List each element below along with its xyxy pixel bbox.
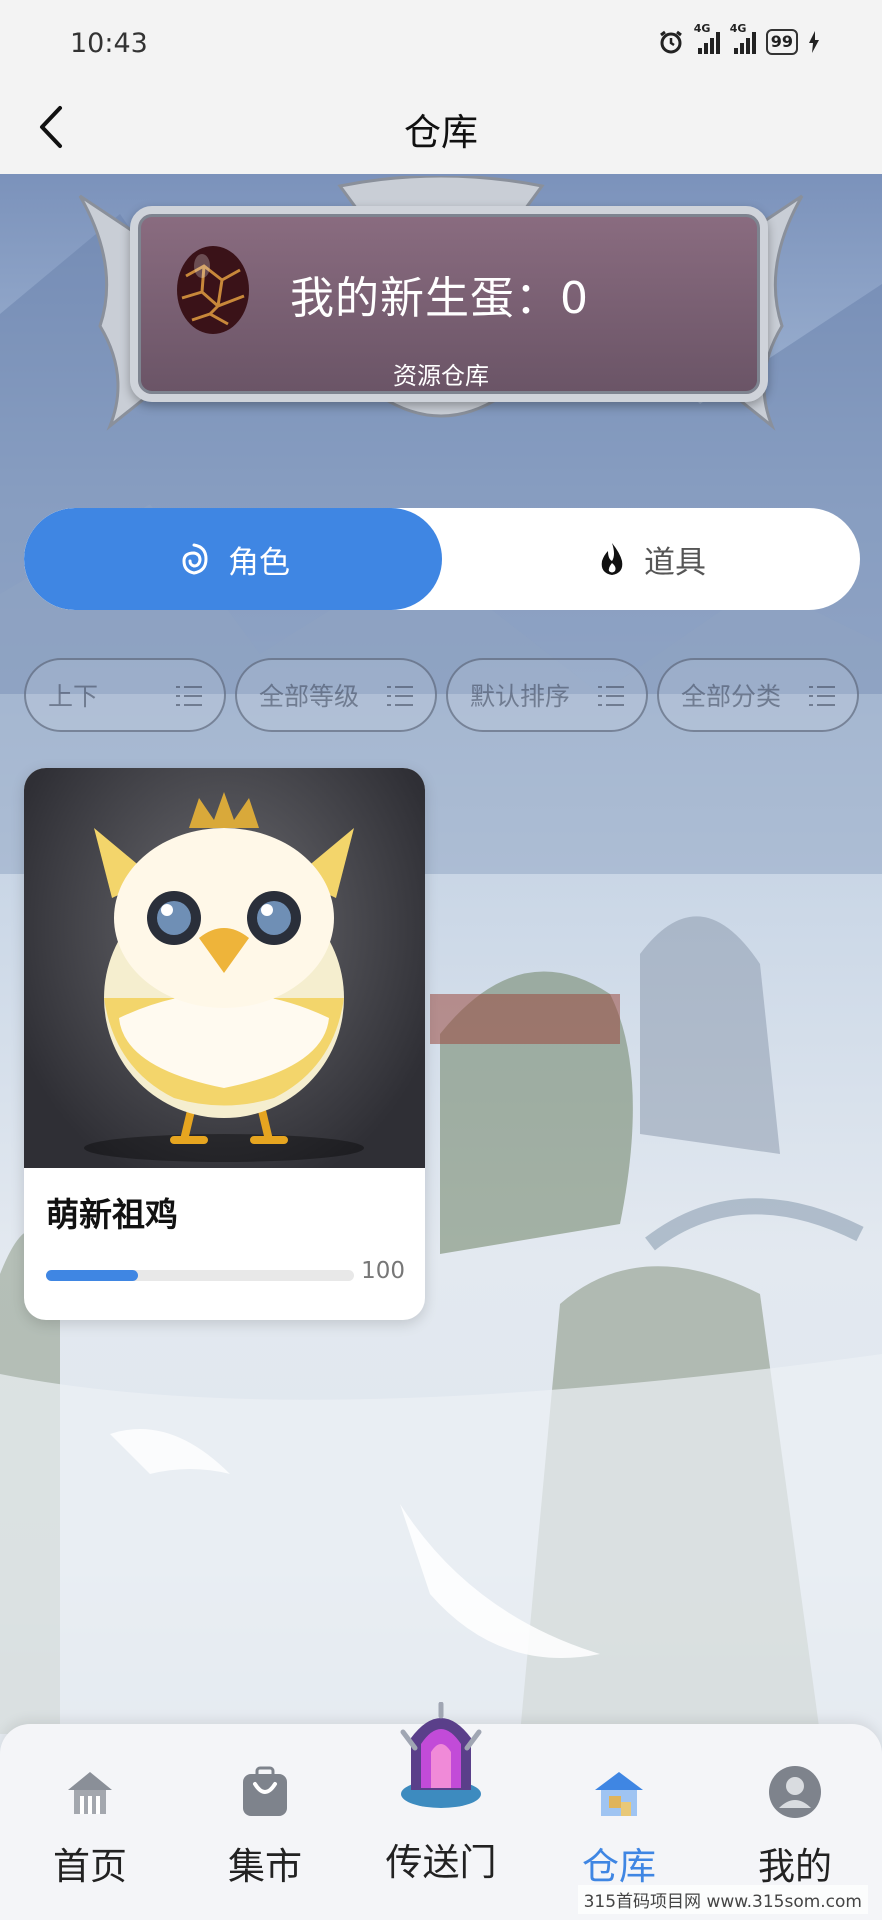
filter-status-label: 上下 <box>48 682 99 711</box>
filter-category[interactable]: 全部分类 <box>657 658 859 732</box>
nav-warehouse-label: 仓库 <box>582 1845 656 1888</box>
nav-profile-label: 我的 <box>758 1845 832 1888</box>
filter-bar: 上下 全部等级 默认排序 全部分类 <box>24 658 860 734</box>
filter-sort-label: 默认排序 <box>470 682 571 711</box>
tab-role[interactable]: 角色 <box>24 508 442 610</box>
signal-icon-1: 4G <box>694 22 720 54</box>
alarm-icon <box>659 30 682 54</box>
nav-market-label: 集市 <box>228 1845 302 1888</box>
egg-banner: 我的新生蛋：0 资源仓库 <box>40 176 842 444</box>
banner-subtitle: 资源仓库 <box>393 362 489 390</box>
battery-indicator: 99 <box>765 29 798 55</box>
progress-track <box>46 1270 354 1281</box>
nav-market[interactable]: 集市 <box>195 1764 335 1890</box>
item-name: 萌新祖鸡 <box>46 1195 178 1234</box>
watermark-text: 315首码项目网 www.315som.com <box>577 1885 868 1914</box>
nav-profile[interactable]: 我的 <box>725 1764 865 1890</box>
nav-home[interactable]: 首页 <box>20 1764 160 1890</box>
chick-character-image <box>24 768 425 1168</box>
status-icons: 4G 4G 99 <box>658 22 820 58</box>
warehouse-icon <box>595 1772 643 1816</box>
nav-portal-label: 传送门 <box>385 1841 497 1884</box>
menu-icon <box>387 686 413 706</box>
menu-icon <box>809 686 835 706</box>
category-tabs: 角色 道具 <box>24 508 860 610</box>
swirl-icon <box>182 543 208 575</box>
status-bar: 10:43 4G 4G 99 <box>0 0 882 80</box>
charging-icon <box>809 31 819 53</box>
filter-sort[interactable]: 默认排序 <box>446 658 648 732</box>
menu-icon <box>598 686 624 706</box>
portal-icon <box>400 1702 482 1808</box>
egg-count-title: 我的新生蛋：0 <box>290 273 589 324</box>
flame-icon <box>601 543 623 575</box>
page-title: 仓库 <box>404 111 478 154</box>
network-type-1: 4G <box>693 22 711 35</box>
progress-fill <box>46 1270 139 1281</box>
tab-items-label: 道具 <box>644 544 706 581</box>
signal-icon-2: 4G <box>730 22 756 54</box>
home-icon <box>68 1772 112 1814</box>
menu-icon <box>176 686 202 706</box>
item-card[interactable]: 萌新祖鸡 100 <box>24 768 425 1320</box>
user-avatar-icon <box>769 1766 821 1818</box>
filter-level-label: 全部等级 <box>259 682 360 711</box>
egg-icon <box>177 246 249 334</box>
tab-role-label: 角色 <box>228 544 290 581</box>
nav-home-label: 首页 <box>53 1845 127 1888</box>
status-time: 10:43 <box>70 28 148 59</box>
progress-value: 100 <box>361 1258 405 1284</box>
tab-items[interactable]: 道具 <box>442 508 860 610</box>
filter-category-label: 全部分类 <box>681 682 782 711</box>
nav-warehouse[interactable]: 仓库 <box>549 1764 689 1890</box>
bottom-nav: 首页 集市 传送门 仓库 我的 315首码项目网 www.315som.com <box>0 1702 882 1920</box>
shopping-bag-icon <box>243 1766 287 1816</box>
nav-bar: 仓库 <box>0 80 882 174</box>
filter-status[interactable]: 上下 <box>24 658 226 732</box>
network-type-2: 4G <box>729 22 747 35</box>
filter-level[interactable]: 全部等级 <box>235 658 437 732</box>
